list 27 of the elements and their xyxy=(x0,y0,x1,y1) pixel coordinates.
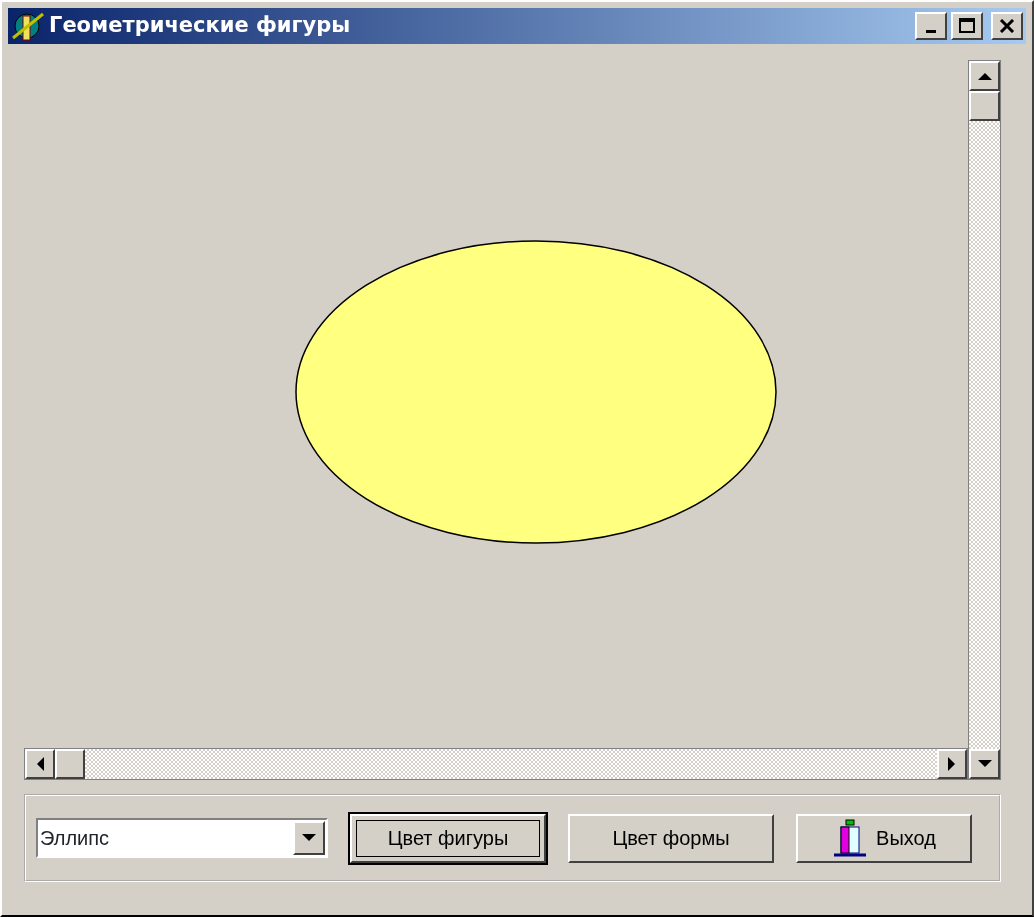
down-arrow-icon xyxy=(977,760,992,768)
scroll-thumb[interactable] xyxy=(969,91,1000,121)
exit-button[interactable]: Выход xyxy=(796,813,972,863)
right-arrow-icon xyxy=(948,757,956,771)
scroll-down-button[interactable] xyxy=(969,749,1000,779)
door-icon xyxy=(832,819,869,857)
maximize-button[interactable] xyxy=(951,12,983,40)
shape-dropdown[interactable]: Эллипс xyxy=(36,818,328,858)
minimize-icon xyxy=(926,29,936,33)
color-button[interactable]: Цвет формы xyxy=(568,813,774,863)
color-button[interactable]: Цвет фигуры xyxy=(350,813,546,863)
horizontal-scrollbar[interactable] xyxy=(24,748,968,780)
caret-icon xyxy=(302,834,316,842)
vertical-scrollbar[interactable] xyxy=(968,60,1001,780)
close-icon xyxy=(999,19,1015,33)
close-button[interactable] xyxy=(991,12,1023,40)
scroll-thumb[interactable] xyxy=(55,749,85,779)
scroll-right-button[interactable] xyxy=(937,749,967,779)
window-title: Геометрические фигуры xyxy=(49,12,351,40)
dropdown-arrow-button[interactable] xyxy=(293,821,325,855)
scroll-up-button[interactable] xyxy=(969,61,1000,91)
minimize-button[interactable] xyxy=(915,12,947,40)
up-arrow-icon xyxy=(977,72,992,80)
app-icon xyxy=(11,10,45,42)
maximize-icon xyxy=(958,17,976,35)
left-arrow-icon xyxy=(36,757,44,771)
scroll-left-button[interactable] xyxy=(25,749,55,779)
